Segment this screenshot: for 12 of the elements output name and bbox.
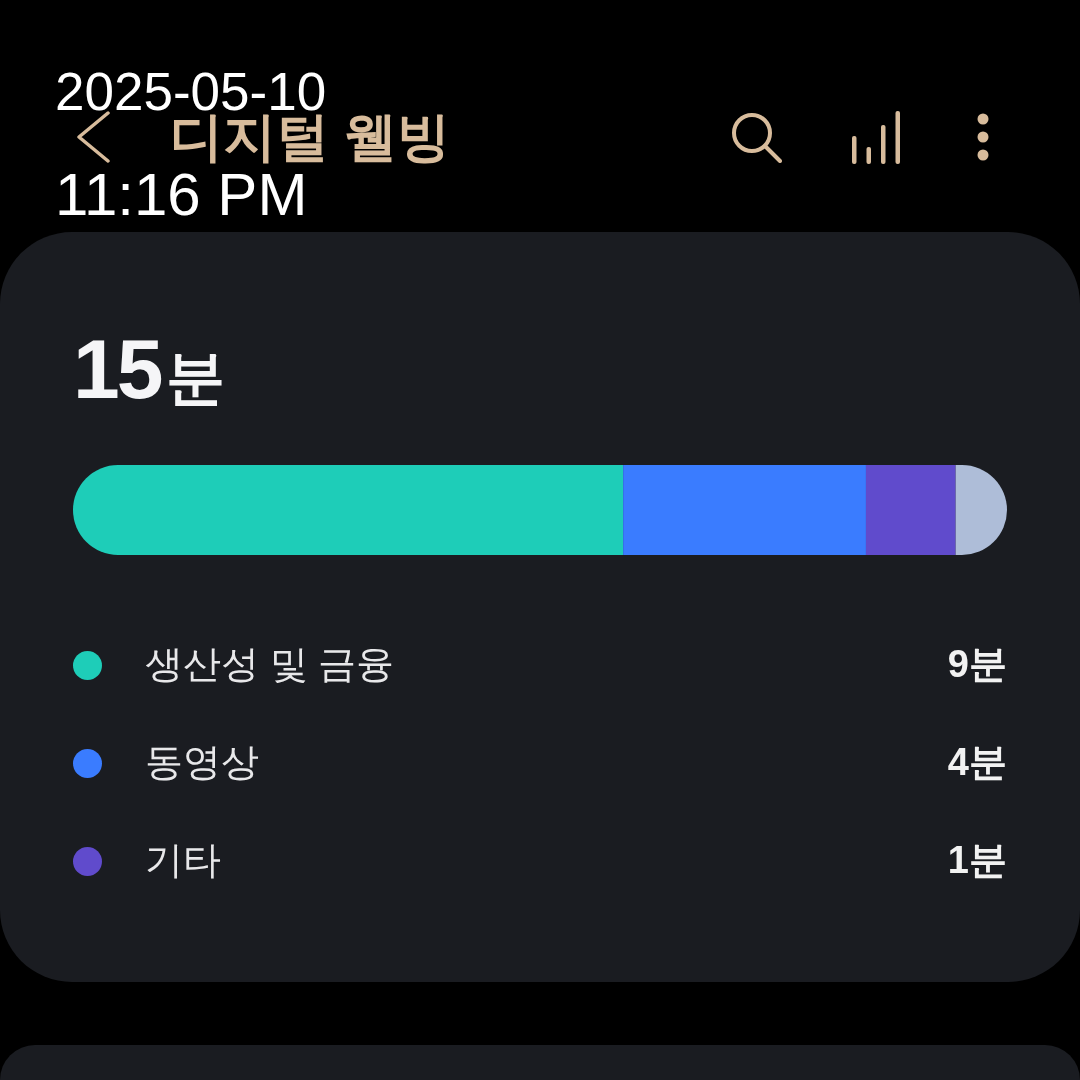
kebab-menu-icon[interactable]: [977, 113, 989, 161]
timestamp-time: 11:16 PM: [55, 165, 308, 225]
bar-chart-icon[interactable]: [852, 110, 900, 164]
category-label: 생산성 및 금융: [145, 642, 395, 688]
category-time: 4분: [947, 740, 1007, 786]
search-icon[interactable]: [730, 111, 782, 163]
category-label: 기타: [145, 838, 221, 884]
chevron-left-icon[interactable]: [75, 111, 111, 163]
category-time: 1분: [947, 838, 1007, 884]
category-time: 9분: [947, 642, 1007, 688]
total-time: 15분: [73, 327, 226, 411]
category-label: 동영상: [145, 740, 259, 786]
